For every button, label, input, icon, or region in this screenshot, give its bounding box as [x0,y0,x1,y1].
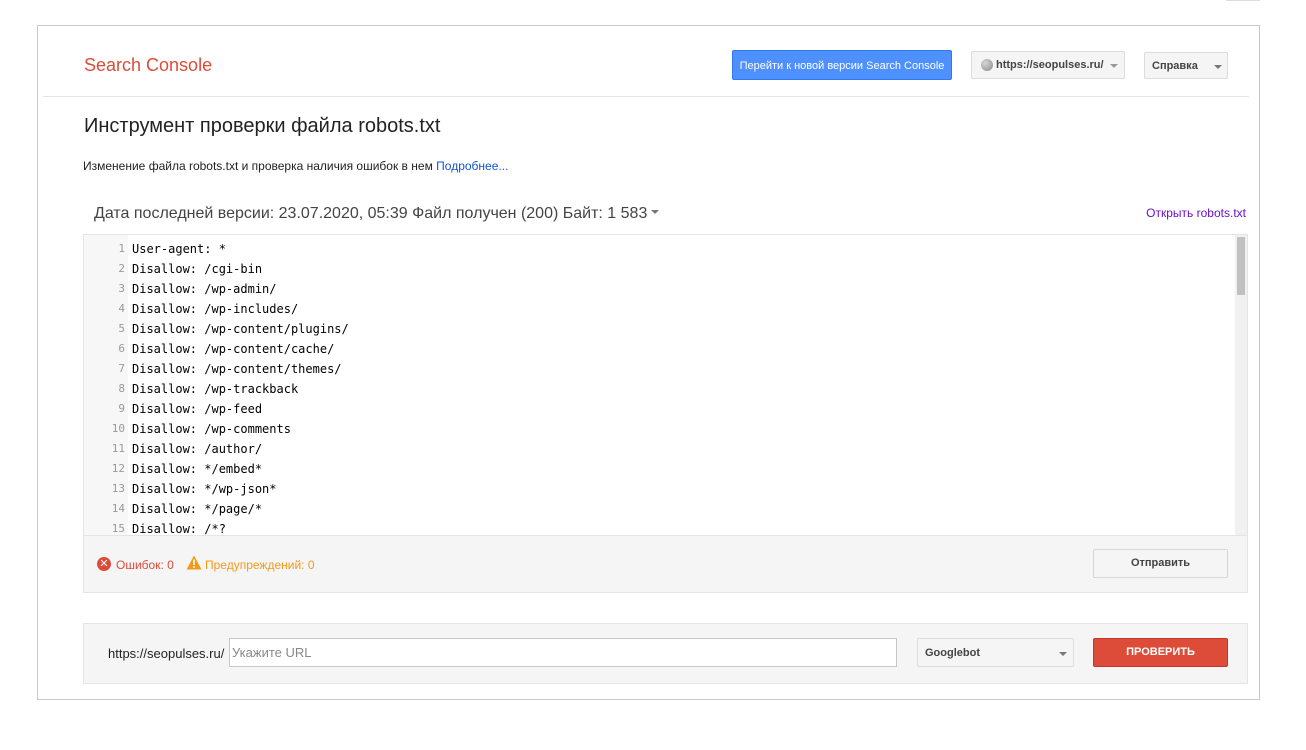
line-number: 10 [111,422,125,435]
line-text[interactable]: Disallow: /wp-feed [132,399,262,419]
line-number: 11 [111,442,125,455]
version-info: Дата последней версии: 23.07.2020, 05:39… [94,205,648,222]
site-selector[interactable]: https://seopulses.ru/ [971,51,1125,79]
code-line: 1 User-agent: * [84,239,1234,259]
page-title: Инструмент проверки файла robots.txt [84,115,441,137]
line-text[interactable]: User-agent: * [132,239,226,259]
code-line: 7 Disallow: /wp-content/themes/ [84,359,1234,379]
line-number: 14 [111,502,125,515]
code-line: 4 Disallow: /wp-includes/ [84,299,1234,319]
new-version-button[interactable]: Перейти к новой версии Search Console [732,50,952,80]
line-number: 15 [111,522,125,535]
line-text[interactable]: Disallow: /wp-content/cache/ [132,339,334,359]
line-number: 7 [118,362,125,375]
line-number: 2 [118,262,125,275]
line-text[interactable]: Disallow: /wp-content/plugins/ [132,319,349,339]
submit-button[interactable]: Отправить [1093,549,1228,578]
code-line: 5 Disallow: /wp-content/plugins/ [84,319,1234,339]
code-line: 3 Disallow: /wp-admin/ [84,279,1234,299]
main-frame: Search Console Перейти к новой версии Se… [37,25,1260,700]
line-text[interactable]: Disallow: /cgi-bin [132,259,262,279]
line-number: 5 [118,322,125,335]
header-divider [43,96,1249,97]
line-number: 3 [118,282,125,295]
line-number: 12 [111,462,125,475]
user-agent-select[interactable]: Googlebot [917,638,1074,667]
code-line: 11 Disallow: /author/ [84,439,1234,459]
status-panel: ✕ Ошибок: 0 Предупреждений: 0 Отправить [83,536,1248,593]
user-agent-label: Googlebot [925,647,980,659]
line-text[interactable]: Disallow: /author/ [132,439,262,459]
line-text[interactable]: Disallow: /wp-content/themes/ [132,359,342,379]
chevron-down-icon [651,210,660,214]
search-console-logo[interactable]: Search Console [84,55,212,76]
code-line: 12 Disallow: */embed* [84,459,1234,479]
scrollbar-thumb[interactable] [1237,237,1245,295]
line-number: 9 [118,402,125,415]
code-lines: 1 User-agent: * 2 Disallow: /cgi-bin 3 Disa… [84,239,1234,535]
line-text[interactable]: Disallow: /wp-includes/ [132,299,298,319]
learn-more-link[interactable]: Подробнее... [436,159,508,173]
url-input[interactable] [229,638,897,667]
corner-mark [1226,0,1260,1]
code-line: 8 Disallow: /wp-trackback [84,379,1234,399]
code-line: 6 Disallow: /wp-content/cache/ [84,339,1234,359]
header: Search Console Перейти к новой версии Se… [38,26,1259,98]
code-line: 9 Disallow: /wp-feed [84,399,1234,419]
globe-icon [981,59,993,71]
line-text[interactable]: Disallow: */page/* [132,499,262,519]
line-text[interactable]: Disallow: /wp-admin/ [132,279,277,299]
check-button[interactable]: ПРОВЕРИТЬ [1093,638,1228,667]
editor-scrollbar[interactable] [1235,235,1247,535]
warnings-count: Предупреждений: 0 [205,558,315,572]
error-icon: ✕ [97,557,111,571]
code-line: 13 Disallow: */wp-json* [84,479,1234,499]
robots-editor[interactable]: 1 User-agent: * 2 Disallow: /cgi-bin 3 Disa… [83,234,1248,536]
line-text[interactable]: Disallow: /wp-trackback [132,379,298,399]
line-number: 6 [118,342,125,355]
line-text[interactable]: Disallow: /*? [132,519,226,535]
page-description: Изменение файла robots.txt и проверка на… [83,159,508,173]
line-number: 8 [118,382,125,395]
site-selector-label: https://seopulses.ru/ [996,59,1104,71]
code-line: 14 Disallow: */page/* [84,499,1234,519]
chevron-down-icon [1214,65,1222,69]
code-line: 10 Disallow: /wp-comments [84,419,1234,439]
line-text[interactable]: Disallow: */wp-json* [132,479,277,499]
chevron-down-icon [1110,64,1118,68]
code-line: 15 Disallow: /*? [84,519,1234,535]
url-prefix: https://seopulses.ru/ [108,646,225,661]
line-number: 4 [118,302,125,315]
line-text[interactable]: Disallow: /wp-comments [132,419,291,439]
help-menu[interactable]: Справка [1144,52,1228,79]
url-test-panel: https://seopulses.ru/ Googlebot ПРОВЕРИТ… [83,623,1248,684]
description-text: Изменение файла robots.txt и проверка на… [83,159,433,173]
warning-icon [186,555,202,570]
line-number: 13 [111,482,125,495]
line-text[interactable]: Disallow: */embed* [132,459,262,479]
code-line: 2 Disallow: /cgi-bin [84,259,1234,279]
line-number: 1 [118,242,125,255]
help-menu-label: Справка [1152,60,1198,72]
chevron-down-icon [1059,652,1067,656]
open-robots-link[interactable]: Открыть robots.txt [1146,206,1246,220]
errors-count: Ошибок: 0 [116,558,174,572]
version-selector[interactable]: Дата последней версии: 23.07.2020, 05:39… [94,205,660,223]
